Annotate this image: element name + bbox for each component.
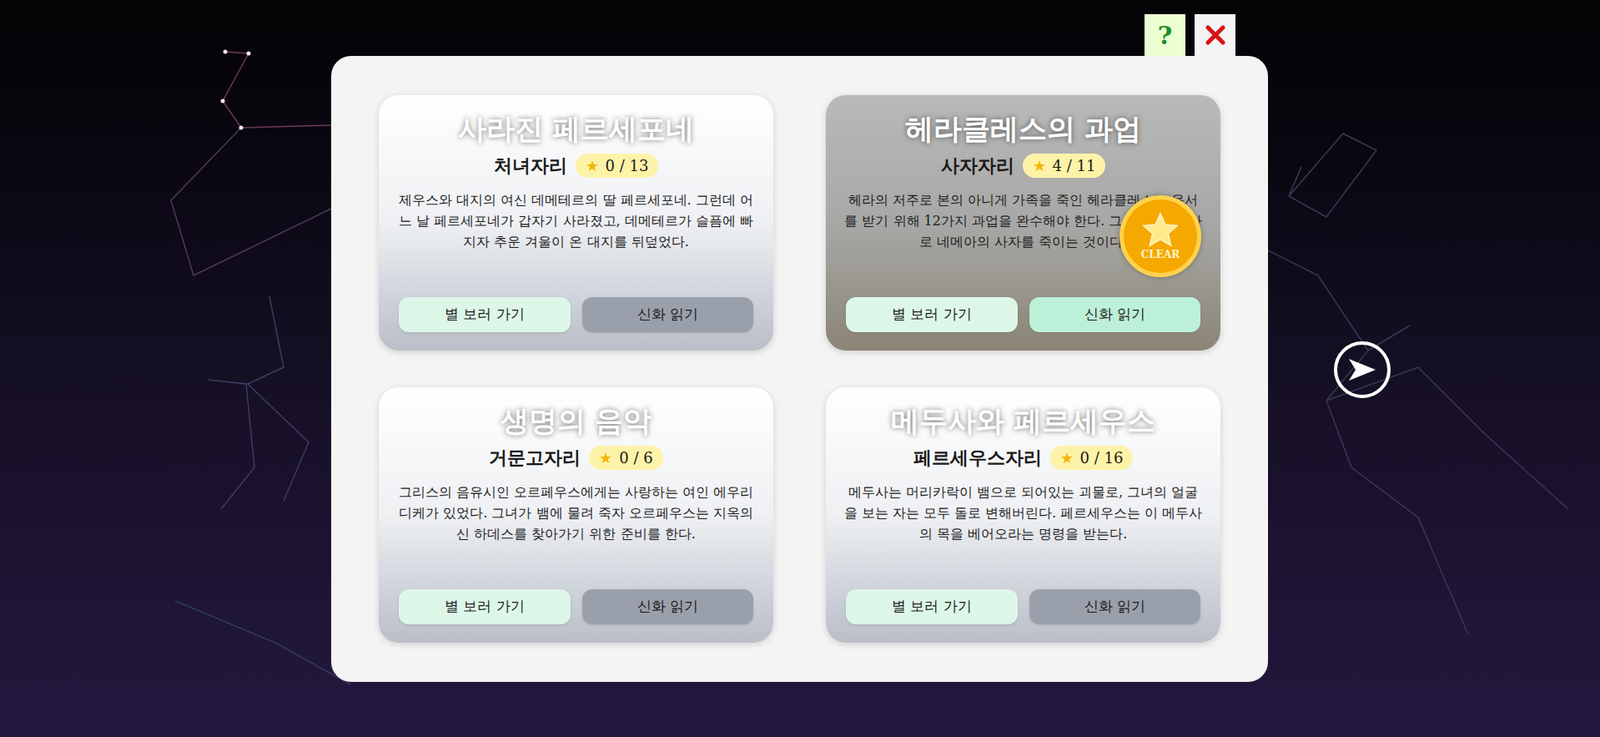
star-icon: ★ — [1060, 446, 1074, 469]
myth-selection-screen: ? 사라진 페르세포네처녀자리 ★ 0 / 13 제우스와 대지의 여신 데메테르의 딸… — [0, 0, 1600, 737]
go-see-stars-button[interactable]: 별 보러 가기 — [845, 296, 1018, 333]
star-count-badge: ★4 / 11 — [1022, 153, 1107, 178]
read-myth-button[interactable]: 신화 읽기 — [582, 296, 755, 333]
star-count: 0 / 13 — [605, 154, 650, 177]
go-see-stars-button[interactable]: 별 보러 가기 — [398, 588, 571, 624]
star-count: 0 / 6 — [618, 446, 653, 469]
myth-card: 사라진 페르세포네처녀자리 ★ 0 / 13 제우스와 대지의 여신 데메테르의 딸 … — [378, 95, 774, 351]
clear-label: CLEAR — [1141, 248, 1180, 261]
card-buttons: 별 보러 가기 신화 읽기 — [825, 286, 1221, 333]
star-icon: ★ — [598, 446, 613, 469]
star-icon — [1141, 211, 1180, 249]
read-myth-button[interactable]: 신화 읽기 — [1029, 588, 1202, 624]
card-buttons: 별 보러 가기 신화 읽기 — [825, 578, 1221, 624]
star-icon: ★ — [585, 154, 599, 177]
card-subtitle: 처녀자리 ★ 0 / 13 — [493, 151, 660, 180]
card-buttons: 별 보러 가기 신화 읽기 — [378, 286, 774, 333]
card-title: 생명의 음악 — [500, 402, 653, 439]
star-count: 4 / 11 — [1052, 154, 1097, 177]
myth-card: 메두사와 페르세우스페르세우스자리 ★ 0 / 16 메두사는 머리카락이 뱀으로 되… — [825, 387, 1221, 643]
card-description: 그리스의 음유시인 오르페우스에게는 사랑하는 여인 에우리디케가 있었다. 그… — [397, 481, 756, 544]
card-description: 제우스와 대지의 여신 데메테르의 딸 페르세포네. 그런데 어느 날 페르세포… — [397, 189, 756, 252]
constellation-name: 사자자리 — [940, 151, 1015, 180]
card-title: 헤라클레스의 과업 — [905, 110, 1143, 147]
go-see-stars-button[interactable]: 별 보러 가기 — [845, 588, 1018, 624]
constellation-name: 페르세우스자리 — [913, 443, 1042, 472]
star-icon: ★ — [1032, 154, 1047, 177]
card-title: 사라진 페르세포네 — [457, 110, 695, 147]
star-count-badge: ★ 0 / 16 — [1050, 445, 1134, 470]
clear-badge: CLEAR — [1119, 195, 1202, 277]
constellation-name: 거문고자리 — [488, 443, 581, 472]
myth-card: 생명의 음악거문고자리 ★0 / 6 그리스의 음유시인 오르페우스에게는 사랑하는… — [378, 387, 774, 643]
card-description: 메두사는 머리카락이 뱀으로 되어있는 괴물로, 그녀의 얼굴을 보는 자는 모… — [844, 481, 1203, 544]
card-subtitle: 거문고자리 ★0 / 6 — [488, 443, 663, 472]
go-see-stars-button[interactable]: 별 보러 가기 — [398, 296, 571, 333]
constellation-name: 처녀자리 — [493, 151, 568, 180]
myth-card: 헤라클레스의 과업사자자리★4 / 11헤라의 저주로 본의 아니게 가족을 죽… — [825, 95, 1221, 351]
arrow-right-icon — [1347, 357, 1378, 383]
myth-panel: 사라진 페르세포네처녀자리 ★ 0 / 13 제우스와 대지의 여신 데메테르의 딸 … — [331, 55, 1268, 682]
card-title: 메두사와 페르세우스 — [890, 402, 1157, 439]
star-count-badge: ★0 / 6 — [588, 445, 663, 470]
read-myth-button[interactable]: 신화 읽기 — [582, 588, 755, 624]
read-myth-button[interactable]: 신화 읽기 — [1029, 296, 1202, 333]
star-count-badge: ★ 0 / 13 — [575, 153, 660, 178]
card-subtitle: 사자자리 ★4 / 11 — [940, 151, 1107, 180]
help-button[interactable]: ? — [1144, 14, 1186, 56]
next-page-button[interactable] — [1333, 341, 1391, 398]
top-buttons: ? — [1144, 14, 1236, 56]
close-icon — [1205, 25, 1226, 46]
card-subtitle: 페르세우스자리 ★ 0 / 16 — [913, 443, 1134, 472]
close-button[interactable] — [1194, 14, 1236, 56]
star-count: 0 / 16 — [1080, 446, 1124, 469]
card-buttons: 별 보러 가기 신화 읽기 — [378, 578, 774, 624]
